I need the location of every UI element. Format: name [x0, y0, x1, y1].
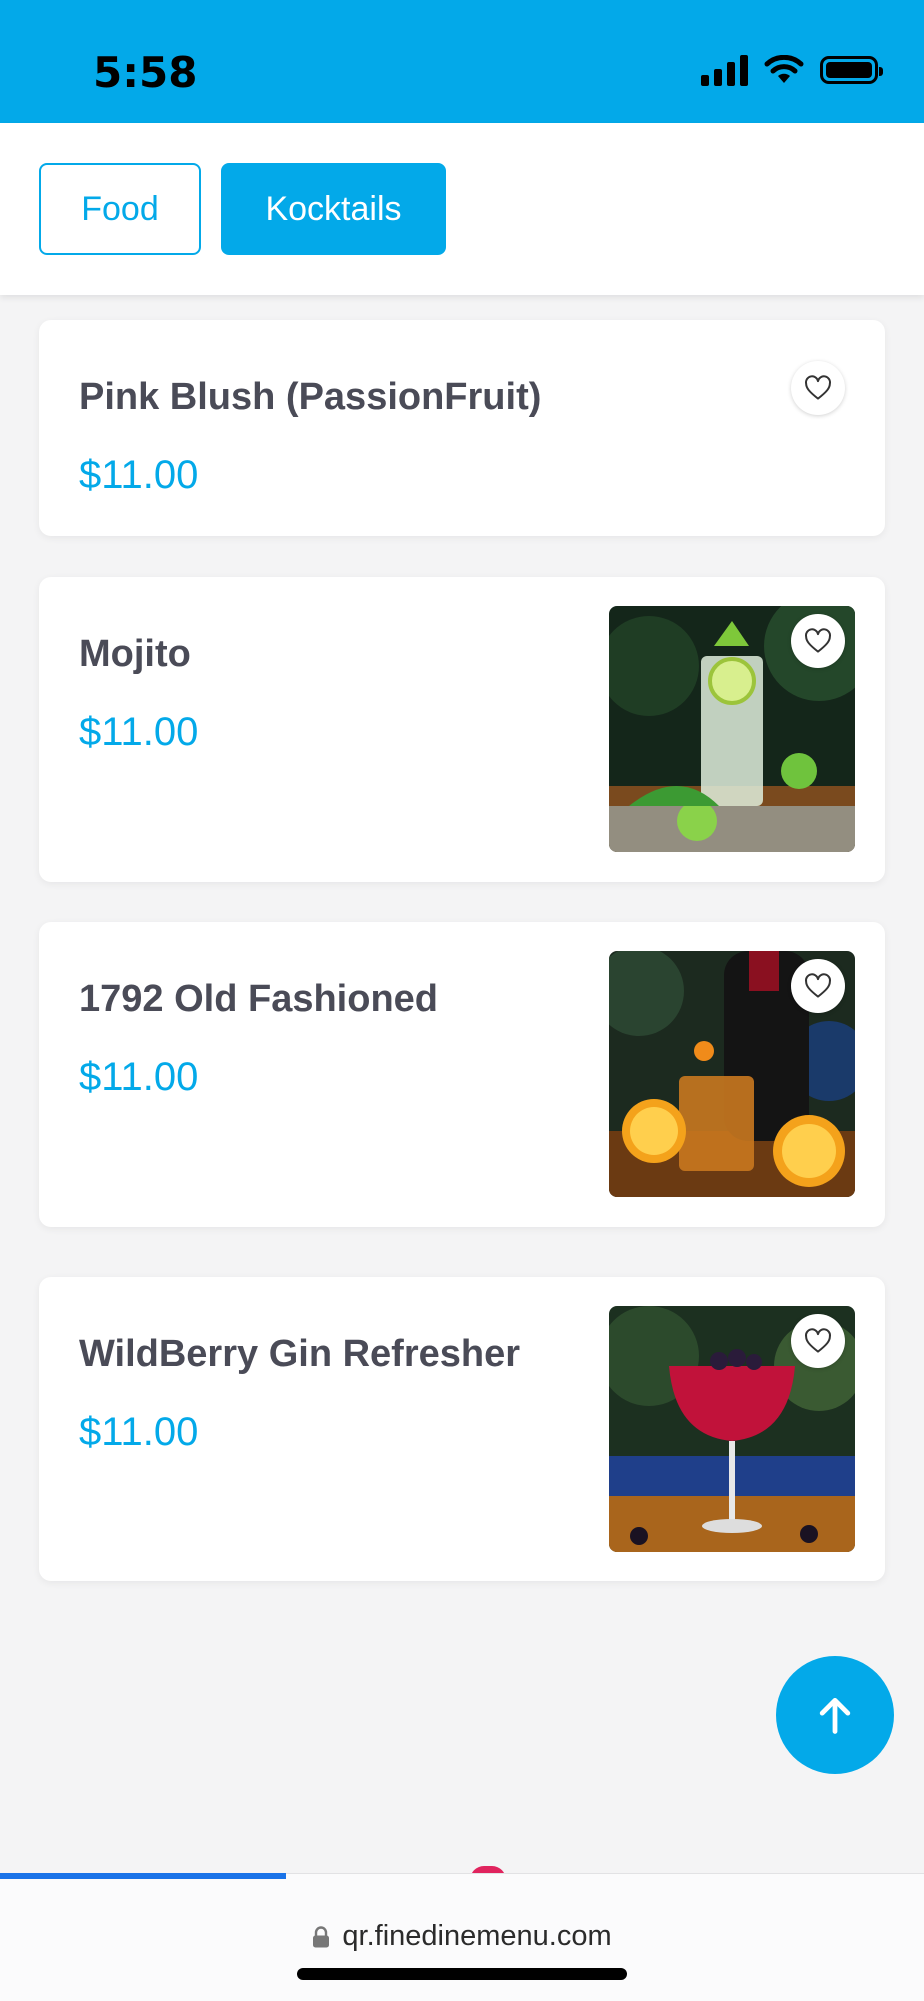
status-icons [701, 54, 883, 86]
item-name: WildBerry Gin Refresher [79, 1333, 521, 1375]
page-load-progress-fill [0, 1873, 287, 1879]
arrow-up-icon [819, 1697, 851, 1734]
page-load-progress [0, 1873, 924, 1879]
menu-item-card[interactable]: Pink Blush (PassionFruit) $11.00 [39, 320, 885, 536]
item-price: $11.00 [79, 1410, 199, 1454]
favorite-button[interactable] [791, 614, 845, 668]
wifi-icon [764, 55, 804, 83]
heart-icon [805, 973, 831, 998]
item-price: $11.00 [79, 453, 199, 497]
signal-icon [701, 54, 748, 86]
category-tab-bar: Food Kocktails [0, 123, 924, 295]
browser-address-bar[interactable]: qr.finedinemenu.com [0, 1873, 924, 2001]
status-time: 5:58 [93, 48, 198, 97]
menu-item-card[interactable]: Mojito $11.00 [39, 577, 885, 882]
favorite-button[interactable] [791, 1314, 845, 1368]
heart-icon [805, 628, 831, 653]
tab-food[interactable]: Food [39, 163, 201, 255]
scroll-to-top-button[interactable] [776, 1656, 894, 1774]
url-row[interactable]: qr.finedinemenu.com [0, 1920, 924, 1953]
tab-kocktails[interactable]: Kocktails [221, 163, 446, 255]
url-text: qr.finedinemenu.com [342, 1920, 612, 1952]
menu-item-card[interactable]: WildBerry Gin Refresher $11.00 [39, 1277, 885, 1581]
home-indicator [297, 1968, 627, 1980]
item-name: 1792 Old Fashioned [79, 978, 438, 1020]
item-price: $11.00 [79, 710, 199, 754]
menu-item-card[interactable]: 1792 Old Fashioned $11.00 [39, 922, 885, 1227]
lock-icon [313, 1925, 330, 1947]
favorite-button[interactable] [791, 361, 845, 415]
item-name: Pink Blush (PassionFruit) [79, 376, 542, 418]
heart-icon [805, 1328, 831, 1353]
battery-icon [820, 56, 883, 84]
heart-icon [805, 375, 831, 400]
item-name: Mojito [79, 633, 191, 675]
status-bar: 5:58 [0, 0, 924, 123]
item-price: $11.00 [79, 1055, 199, 1099]
favorite-button[interactable] [791, 959, 845, 1013]
